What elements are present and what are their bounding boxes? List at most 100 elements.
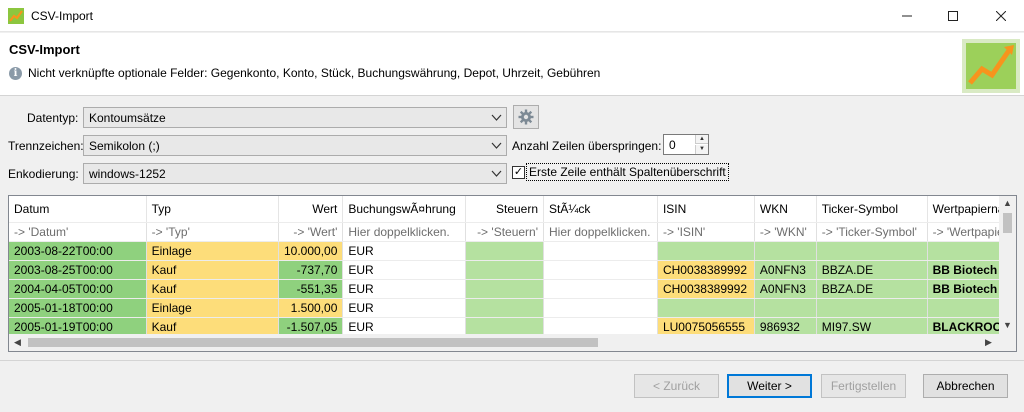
close-button[interactable] xyxy=(978,0,1024,32)
column-header[interactable]: Steuern xyxy=(465,196,545,223)
scroll-right-icon[interactable]: ▶ xyxy=(985,337,992,348)
mapping-cell[interactable]: -> 'Wert' xyxy=(278,222,344,242)
table-cell xyxy=(657,298,755,318)
skip-rows-label: Anzahl Zeilen überspringen: xyxy=(512,139,662,153)
column-header[interactable]: StÃ¼ck xyxy=(543,196,658,223)
chevron-down-icon xyxy=(491,142,502,149)
datentyp-select[interactable]: Kontoumsätze xyxy=(83,107,507,128)
chevron-down-icon xyxy=(491,170,502,177)
table-cell: Kauf xyxy=(146,260,279,280)
table-cell xyxy=(465,298,545,318)
mapping-cell[interactable]: -> 'Datum' xyxy=(9,222,147,242)
table-cell: Einlage xyxy=(146,298,279,318)
trennzeichen-value: Semikolon (;) xyxy=(89,139,160,153)
mapping-row: -> 'Datum' -> 'Typ' -> 'Wert' Hier doppe… xyxy=(9,222,1016,242)
table-cell xyxy=(543,260,658,280)
table-cell: BBZA.DE xyxy=(816,260,928,280)
datentyp-value: Kontoumsätze xyxy=(89,111,166,125)
table-cell: CH0038389992 xyxy=(657,260,755,280)
table-cell: 2003-08-25T00:00 xyxy=(9,260,147,280)
csv-table: Datum Typ Wert BuchungswÃ¤hrung Steuern … xyxy=(9,196,1016,337)
column-header[interactable]: BuchungswÃ¤hrung xyxy=(342,196,467,223)
table-cell xyxy=(465,279,545,299)
skip-rows-value: 0 xyxy=(669,138,676,152)
horizontal-scroll-thumb[interactable] xyxy=(28,338,598,347)
table-cell xyxy=(465,241,545,261)
spin-up-icon[interactable]: ▲ xyxy=(695,135,708,144)
mapping-cell[interactable]: -> 'WKN' xyxy=(754,222,817,242)
skip-rows-spinner[interactable]: 0 ▲ ▼ xyxy=(663,134,709,155)
header-row-checkbox-label[interactable]: Erste Zeile enthält Spaltenüberschrift xyxy=(526,163,729,181)
finish-button[interactable]: Fertigstellen xyxy=(821,374,906,398)
mapping-cell[interactable]: -> 'Typ' xyxy=(146,222,279,242)
table-cell: 2005-01-18T00:00 xyxy=(9,298,147,318)
window-title: CSV-Import xyxy=(31,9,94,23)
chart-wizard-icon xyxy=(962,39,1020,93)
next-button[interactable]: Weiter > xyxy=(727,374,812,398)
spin-down-icon[interactable]: ▼ xyxy=(695,145,708,154)
enkodierung-value: windows-1252 xyxy=(89,167,166,181)
datentyp-settings-button[interactable] xyxy=(513,105,539,129)
cancel-button[interactable]: Abbrechen xyxy=(923,374,1008,398)
gear-icon xyxy=(518,109,534,125)
column-header[interactable]: Typ xyxy=(146,196,279,223)
table-cell: EUR xyxy=(342,279,467,299)
close-icon xyxy=(996,11,1006,21)
table-row: 2004-04-05T00:00 Kauf -551,35 EUR CH0038… xyxy=(9,279,1016,299)
table-header-row: Datum Typ Wert BuchungswÃ¤hrung Steuern … xyxy=(9,196,1016,223)
header-message: Nicht verknüpfte optionale Felder: Gegen… xyxy=(28,66,601,80)
mapping-cell[interactable]: Hier doppelklicken. xyxy=(543,222,658,242)
header-row-checkbox[interactable]: ✓ xyxy=(512,166,525,179)
horizontal-scrollbar[interactable]: ◀ ▶ xyxy=(9,334,1016,351)
maximize-button[interactable] xyxy=(930,0,976,32)
mapping-cell[interactable]: -> 'ISIN' xyxy=(657,222,755,242)
column-header[interactable]: WKN xyxy=(754,196,817,223)
table-row: 2003-08-25T00:00 Kauf -737,70 EUR CH0038… xyxy=(9,260,1016,280)
column-header[interactable]: Wert xyxy=(278,196,344,223)
table-row: 2005-01-18T00:00 Einlage 1.500,00 EUR xyxy=(9,298,1016,318)
wizard-footer: < Zurück Weiter > Fertigstellen Abbreche… xyxy=(0,360,1024,412)
vertical-scrollbar[interactable]: ▲ ▼ xyxy=(999,196,1016,334)
enkodierung-select[interactable]: windows-1252 xyxy=(83,163,507,184)
table-cell: CH0038389992 xyxy=(657,279,755,299)
enkodierung-label: Enkodierung: xyxy=(8,167,79,181)
vertical-scroll-thumb[interactable] xyxy=(1003,213,1012,233)
wizard-header: CSV-Import i Nicht verknüpfte optionale … xyxy=(0,33,1024,96)
csv-preview-table[interactable]: Datum Typ Wert BuchungswÃ¤hrung Steuern … xyxy=(8,195,1017,352)
table-cell xyxy=(543,279,658,299)
column-header[interactable]: ISIN xyxy=(657,196,755,223)
table-cell xyxy=(754,298,817,318)
trennzeichen-label: Trennzeichen: xyxy=(8,139,84,153)
mapping-cell[interactable]: Hier doppelklicken. xyxy=(342,222,467,242)
back-button[interactable]: < Zurück xyxy=(634,374,719,398)
mapping-cell[interactable]: -> 'Steuern' xyxy=(465,222,545,242)
app-chart-icon xyxy=(8,8,24,24)
scroll-down-icon[interactable]: ▼ xyxy=(1003,320,1012,330)
table-cell: -551,35 xyxy=(278,279,344,299)
table-cell xyxy=(543,298,658,318)
table-cell: EUR xyxy=(342,260,467,280)
table-cell: 2003-08-22T00:00 xyxy=(9,241,147,261)
scroll-left-icon[interactable]: ◀ xyxy=(14,337,21,348)
trennzeichen-select[interactable]: Semikolon (;) xyxy=(83,135,507,156)
maximize-icon xyxy=(948,11,958,21)
mapping-cell[interactable]: -> 'Ticker-Symbol' xyxy=(816,222,928,242)
scroll-up-icon[interactable]: ▲ xyxy=(1003,198,1012,208)
info-icon: i xyxy=(9,67,22,80)
table-cell: BBZA.DE xyxy=(816,279,928,299)
minimize-button[interactable] xyxy=(884,0,930,32)
table-cell: 10.000,00 xyxy=(278,241,344,261)
table-cell: Einlage xyxy=(146,241,279,261)
table-cell: EUR xyxy=(342,241,467,261)
title-bar: CSV-Import xyxy=(0,0,1024,32)
table-cell: EUR xyxy=(342,298,467,318)
page-title: CSV-Import xyxy=(9,42,80,57)
column-header[interactable]: Ticker-Symbol xyxy=(816,196,928,223)
datentyp-label: Datentyp: xyxy=(27,111,79,125)
table-row: 2003-08-22T00:00 Einlage 10.000,00 EUR xyxy=(9,241,1016,261)
chevron-down-icon xyxy=(491,114,502,121)
minimize-icon xyxy=(902,15,912,17)
table-cell: A0NFN3 xyxy=(754,260,817,280)
table-cell: A0NFN3 xyxy=(754,279,817,299)
column-header[interactable]: Datum xyxy=(9,196,147,223)
